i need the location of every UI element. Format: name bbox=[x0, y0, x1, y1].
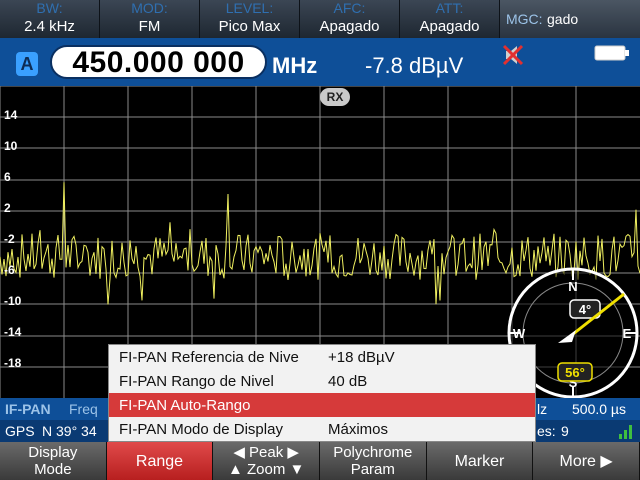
satellites-value: 9 bbox=[561, 423, 569, 439]
softkey-line: ◀ Peak ▶ bbox=[233, 444, 299, 461]
softkey-line: Polychrome bbox=[333, 444, 413, 461]
peak-zoom-button[interactable]: ◀ Peak ▶ ▲ Zoom ▼ bbox=[213, 442, 320, 480]
menu-item-reference-level[interactable]: FI-PAN Referencia de Nive +18 dBµV bbox=[109, 345, 535, 369]
param-label: MOD: bbox=[131, 0, 168, 16]
antenna-badge[interactable]: A bbox=[16, 52, 38, 76]
gps-signal-icon bbox=[619, 425, 632, 439]
frequency-unit: MHz bbox=[272, 53, 318, 78]
compass-bearing-value: 56° bbox=[565, 365, 585, 380]
ifpan-label: IF-PAN bbox=[5, 401, 51, 417]
param-attenuation[interactable]: ATT: Apagado bbox=[400, 0, 500, 38]
y-tick-label: -6 bbox=[4, 263, 15, 277]
frequency-row: A 450.000 000 MHz -7.8 dBµV bbox=[0, 38, 640, 86]
span-unit-fragment: lz bbox=[537, 401, 548, 417]
param-value: Apagado bbox=[319, 18, 380, 35]
gps-coordinate: N 39° 34 bbox=[42, 423, 97, 439]
satellites-label: es: bbox=[537, 423, 556, 439]
more-button[interactable]: More ▶ bbox=[533, 442, 640, 480]
param-level[interactable]: LEVEL: Pico Max bbox=[200, 0, 300, 38]
param-label: BW: bbox=[36, 0, 63, 16]
param-value: Apagado bbox=[419, 18, 480, 35]
param-label: ATT: bbox=[435, 0, 464, 16]
y-tick-label: -10 bbox=[4, 294, 22, 308]
menu-item-label: FI-PAN Referencia de Nive bbox=[119, 349, 299, 366]
param-value: FM bbox=[138, 18, 161, 35]
y-tick-label: 6 bbox=[4, 170, 11, 184]
y-tick-label: -14 bbox=[4, 325, 22, 339]
menu-item-value: 40 dB bbox=[328, 373, 368, 390]
menu-item-label: FI-PAN Rango de Nivel bbox=[119, 373, 274, 390]
y-tick-label: -2 bbox=[4, 232, 15, 246]
freq-label: Freq bbox=[69, 401, 98, 417]
softkey-line: Marker bbox=[454, 452, 505, 470]
param-label: AFC: bbox=[333, 0, 366, 16]
param-modulation[interactable]: MOD: FM bbox=[100, 0, 200, 38]
y-tick-label: -18 bbox=[4, 356, 22, 370]
menu-item-level-range[interactable]: FI-PAN Rango de Nivel 40 dB bbox=[109, 369, 535, 393]
param-afc[interactable]: AFC: Apagado bbox=[300, 0, 400, 38]
frequency-display[interactable]: 450.000 000 bbox=[50, 45, 267, 79]
param-value: Pico Max bbox=[218, 18, 281, 35]
param-mgc[interactable]: MGC: gado bbox=[500, 0, 640, 38]
softkey-line: Display bbox=[28, 444, 78, 461]
range-popup-menu: FI-PAN Referencia de Nive +18 dBµV FI-PA… bbox=[108, 344, 536, 442]
menu-item-value: Máximos bbox=[328, 421, 389, 438]
menu-item-label: FI-PAN Auto-Rango bbox=[119, 397, 251, 414]
menu-item-label: FI-PAN Modo de Display bbox=[119, 421, 283, 438]
param-value: gado bbox=[547, 11, 579, 27]
compass-north: N bbox=[568, 279, 577, 294]
battery-icon bbox=[594, 45, 629, 61]
parameter-bar: BW: 2.4 kHz MOD: FM LEVEL: Pico Max AFC:… bbox=[0, 0, 640, 38]
polychrome-param-button[interactable]: Polychrome Param bbox=[319, 442, 427, 480]
param-label: MGC: bbox=[506, 11, 543, 27]
softkey-line: ▲ Zoom ▼ bbox=[227, 461, 305, 478]
range-button[interactable]: Range bbox=[106, 442, 214, 480]
softkey-line: Param bbox=[350, 461, 395, 478]
softkey-bar: Display Mode Range ◀ Peak ▶ ▲ Zoom ▼ Pol… bbox=[0, 442, 640, 480]
menu-item-value: +18 dBµV bbox=[328, 349, 395, 366]
compass-east: E bbox=[623, 326, 632, 341]
menu-item-auto-range[interactable]: FI-PAN Auto-Rango bbox=[109, 393, 535, 417]
y-tick-label: 14 bbox=[4, 108, 18, 122]
param-value: 2.4 kHz bbox=[24, 18, 75, 35]
compass-heading-value: 4° bbox=[579, 302, 591, 317]
menu-item-display-mode[interactable]: FI-PAN Modo de Display Máximos bbox=[109, 417, 535, 441]
rx-badge: RX bbox=[320, 88, 350, 106]
display-mode-button[interactable]: Display Mode bbox=[0, 442, 107, 480]
softkey-line: Range bbox=[135, 452, 184, 470]
param-label: LEVEL: bbox=[225, 0, 274, 16]
marker-button[interactable]: Marker bbox=[426, 442, 534, 480]
y-tick-label: 10 bbox=[4, 139, 18, 153]
level-readout: -7.8 dBµV bbox=[365, 53, 464, 78]
compass-west: W bbox=[513, 326, 526, 341]
softkey-line: More ▶ bbox=[559, 452, 613, 470]
param-bandwidth[interactable]: BW: 2.4 kHz bbox=[0, 0, 100, 38]
softkey-line: Mode bbox=[34, 461, 72, 478]
measure-time-value: 500.0 µs bbox=[572, 401, 626, 417]
speaker-muted-icon[interactable] bbox=[500, 42, 530, 68]
y-tick-label: 2 bbox=[4, 201, 11, 215]
gps-label: GPS bbox=[5, 423, 35, 439]
